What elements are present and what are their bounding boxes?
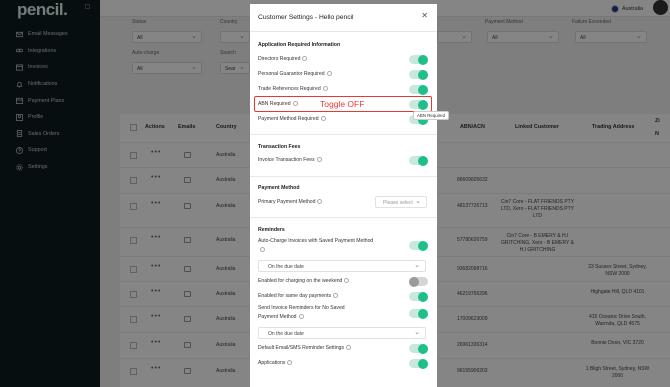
section-application-required: Application Required Information bbox=[258, 42, 341, 48]
modal-title: Customer Settings - Hello pencil bbox=[258, 14, 354, 21]
select-value: On the due date bbox=[268, 331, 304, 337]
personal-guarantor-label: Personal Guarantor Required bbox=[258, 70, 368, 79]
info-icon[interactable] bbox=[320, 116, 326, 122]
toggle-knob bbox=[418, 291, 428, 302]
applications-toggle[interactable] bbox=[409, 358, 428, 369]
applications-label: Applications bbox=[258, 359, 368, 368]
info-icon[interactable] bbox=[298, 313, 304, 319]
toggle-knob bbox=[418, 155, 428, 166]
info-icon[interactable] bbox=[346, 345, 352, 351]
info-icon[interactable] bbox=[326, 71, 332, 77]
send-invoice-reminders-label: Send Invoice Reminders for No Saved Paym… bbox=[258, 304, 363, 321]
toggle-knob bbox=[418, 240, 428, 251]
toggle-knob bbox=[418, 69, 428, 80]
auto-charge-timing-select[interactable]: On the due date bbox=[258, 260, 426, 272]
primary-payment-method-label: Primary Payment Method bbox=[258, 198, 368, 207]
abn-required-tooltip: ABN Required bbox=[413, 111, 450, 120]
section-payment-method: Payment Method bbox=[258, 185, 300, 191]
section-transaction-fees: Transaction Fees bbox=[258, 144, 301, 150]
modal-divider bbox=[250, 31, 437, 32]
reminder-timing-select[interactable]: On the due date bbox=[258, 327, 426, 339]
section-divider bbox=[250, 217, 437, 218]
same-day-payments-toggle[interactable] bbox=[409, 291, 428, 302]
setting-label: Default Email/SMS Reminder Settings bbox=[258, 345, 345, 351]
select-placeholder: Please select bbox=[383, 200, 413, 206]
setting-label: Personal Guarantor Required bbox=[258, 71, 325, 77]
info-icon[interactable] bbox=[317, 199, 323, 205]
section-divider bbox=[250, 134, 437, 135]
invoice-transaction-fees-toggle[interactable] bbox=[409, 155, 428, 166]
payment-method-required-label: Payment Method Required bbox=[258, 115, 368, 124]
auto-charge-invoices-toggle[interactable] bbox=[409, 240, 428, 251]
setting-label: Trade References Required bbox=[258, 86, 321, 92]
same-day-payments-label: Enabled for same day payments bbox=[258, 292, 368, 301]
setting-label: Invoice Transaction Fees bbox=[258, 157, 315, 163]
info-icon[interactable] bbox=[260, 246, 265, 252]
toggle-knob bbox=[418, 308, 428, 319]
customer-settings-modal: Customer Settings - Hello pencil ✕ Appli… bbox=[250, 4, 437, 387]
info-icon[interactable] bbox=[333, 293, 339, 299]
invoice-transaction-fees-label: Invoice Transaction Fees bbox=[258, 156, 368, 165]
setting-label: Enabled for charging on the weekend bbox=[258, 278, 343, 284]
personal-guarantor-toggle[interactable] bbox=[409, 69, 428, 80]
info-icon[interactable] bbox=[316, 157, 322, 163]
toggle-knob bbox=[418, 54, 428, 65]
default-email-sms-toggle[interactable] bbox=[409, 343, 428, 354]
charging-on-weekend-toggle[interactable] bbox=[409, 276, 428, 287]
send-invoice-reminders-toggle[interactable] bbox=[409, 308, 428, 319]
setting-label: Payment Method Required bbox=[258, 116, 319, 122]
info-icon[interactable] bbox=[302, 56, 308, 62]
setting-label: Directors Required bbox=[258, 56, 301, 62]
app-root: pencil. Email Messages Integrations Invo… bbox=[0, 0, 670, 387]
select-value: On the due date bbox=[268, 264, 304, 270]
info-icon[interactable] bbox=[287, 360, 293, 366]
toggle-knob bbox=[418, 84, 428, 95]
charging-on-weekend-label: Enabled for charging on the weekend bbox=[258, 277, 368, 286]
setting-label: Primary Payment Method bbox=[258, 199, 316, 205]
toggle-knob bbox=[418, 358, 428, 369]
close-icon[interactable]: ✕ bbox=[421, 11, 428, 20]
default-email-sms-label: Default Email/SMS Reminder Settings bbox=[258, 344, 368, 353]
trade-references-label: Trade References Required bbox=[258, 85, 368, 94]
section-reminders: Reminders bbox=[258, 227, 285, 233]
info-icon[interactable] bbox=[322, 86, 328, 92]
toggle-knob bbox=[409, 276, 419, 287]
section-divider bbox=[250, 176, 437, 177]
info-icon[interactable] bbox=[344, 278, 350, 284]
setting-label: Applications bbox=[258, 360, 286, 366]
setting-label: Enabled for same day payments bbox=[258, 293, 332, 299]
toggle-knob bbox=[418, 343, 428, 354]
trade-references-toggle[interactable] bbox=[409, 84, 428, 95]
auto-charge-invoices-label: Auto-Charge Invoices with Saved Payment … bbox=[258, 237, 378, 254]
setting-label: Auto-Charge Invoices with Saved Payment … bbox=[258, 238, 374, 244]
annotation-toggle-off: Toggle OFF bbox=[320, 99, 365, 109]
directors-required-toggle[interactable] bbox=[409, 54, 428, 65]
primary-payment-method-select[interactable]: Please select bbox=[375, 196, 427, 208]
directors-required-label: Directors Required bbox=[258, 55, 368, 64]
